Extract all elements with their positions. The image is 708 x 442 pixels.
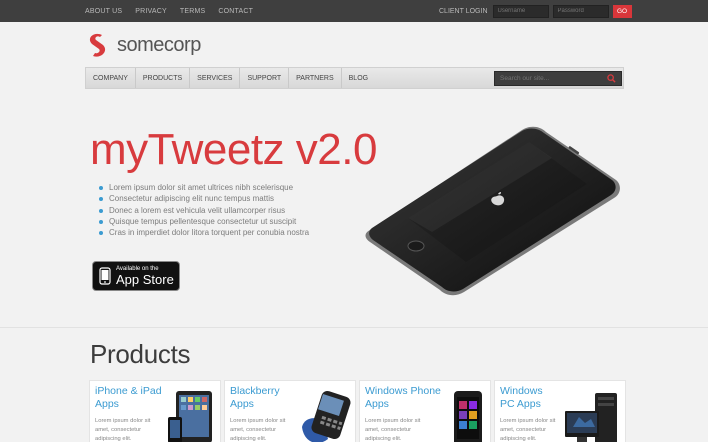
windows-phone-icon — [454, 391, 482, 442]
section-divider — [0, 327, 708, 328]
product-card-description: Lorem ipsum dolor sit amet, consectetur … — [230, 418, 286, 442]
desktop-pc-icon — [565, 393, 617, 442]
nav-item-partners[interactable]: PARTNERS — [289, 68, 342, 88]
nav-item-blog[interactable]: BLOG — [342, 68, 375, 88]
feature-item: Consectetur adipiscing elit nunc tempus … — [99, 193, 309, 204]
product-card-iphone-ipad[interactable]: iPhone & iPad Apps Lorem ipsum dolor sit… — [89, 380, 221, 442]
feature-item: Quisque tempus pellentesque consectetur … — [99, 216, 309, 227]
blackberry-phone-icon — [302, 391, 351, 442]
client-login: CLIENT LOGIN GO — [439, 4, 632, 18]
nav-item-support[interactable]: SUPPORT — [240, 68, 290, 88]
feature-item: Donec a lorem est vehicula velit ullamco… — [99, 205, 309, 216]
product-cards: iPhone & iPad Apps Lorem ipsum dolor sit… — [89, 380, 626, 442]
main-nav: COMPANY PRODUCTS SERVICES SUPPORT PARTNE… — [85, 67, 624, 89]
product-card-subtitle: Apps — [95, 398, 119, 410]
product-card-blackberry[interactable]: Blackberry Apps Lorem ipsum dolor sit am… — [224, 380, 356, 442]
logo[interactable]: somecorp — [85, 32, 201, 58]
product-card-description: Lorem ipsum dolor sit amet, consectetur … — [365, 418, 421, 442]
feature-item: Lorem ipsum dolor sit amet ultrices nibh… — [99, 182, 309, 193]
top-link-contact[interactable]: CONTACT — [218, 8, 253, 15]
login-go-button[interactable]: GO — [612, 4, 632, 18]
top-link-terms[interactable]: TERMS — [180, 8, 206, 15]
feature-list: Lorem ipsum dolor sit amet ultrices nibh… — [99, 182, 309, 238]
nav-item-services[interactable]: SERVICES — [190, 68, 241, 88]
search-input[interactable] — [500, 75, 600, 82]
top-link-about-us[interactable]: ABOUT US — [85, 8, 122, 15]
product-card-windows-phone[interactable]: Windows Phone Apps Lorem ipsum dolor sit… — [359, 380, 491, 442]
product-card-subtitle: Apps — [365, 398, 389, 410]
phone-image — [365, 126, 620, 296]
search-icon[interactable] — [607, 74, 616, 83]
ipad-icon — [168, 391, 212, 442]
feature-item: Cras in imperdiet dolor litora torquent … — [99, 227, 309, 238]
client-login-label: CLIENT LOGIN — [439, 7, 488, 15]
product-card-description: Lorem ipsum dolor sit amet, consectetur … — [500, 418, 556, 442]
nav-item-products[interactable]: PRODUCTS — [136, 68, 191, 88]
top-bar: ABOUT US PRIVACY TERMS CONTACT CLIENT LO… — [0, 0, 708, 22]
username-field[interactable] — [492, 4, 549, 18]
product-card-windows-pc[interactable]: Windows PC Apps Lorem ipsum dolor sit am… — [494, 380, 626, 442]
logo-mark-icon — [89, 33, 106, 57]
site-search — [494, 71, 622, 86]
app-store-button[interactable]: Available on the App Store — [92, 261, 180, 291]
product-card-title: iPhone & iPad — [95, 385, 162, 397]
hero-title: myTweetz v2.0 — [90, 125, 377, 174]
top-links: ABOUT US PRIVACY TERMS CONTACT — [85, 0, 253, 22]
nav-item-company[interactable]: COMPANY — [86, 68, 136, 88]
top-link-privacy[interactable]: PRIVACY — [135, 8, 167, 15]
product-card-description: Lorem ipsum dolor sit amet, consectetur … — [95, 418, 151, 442]
app-store-big-text: App Store — [116, 271, 174, 287]
logo-text: somecorp — [117, 33, 201, 56]
password-field[interactable] — [552, 4, 609, 18]
iphone-outline-icon — [99, 267, 111, 285]
products-heading: Products — [90, 339, 191, 369]
product-card-title: Windows Phone — [365, 385, 441, 397]
